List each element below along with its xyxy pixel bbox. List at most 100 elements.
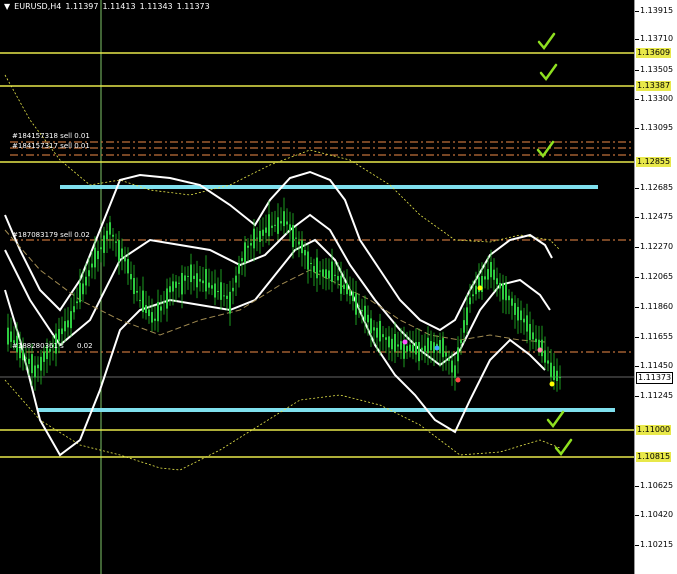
candle-body — [154, 318, 156, 321]
order-label[interactable]: #184157317 sell 0.01 — [12, 142, 90, 150]
close-price: 1.11373 — [176, 2, 210, 11]
candle-body — [466, 307, 468, 326]
candle-body — [292, 225, 294, 248]
candle-body — [250, 243, 252, 246]
candle-body — [379, 320, 381, 342]
candle-body — [262, 229, 264, 236]
price-tick-label: 1.12270 — [640, 242, 674, 251]
candle-body — [445, 352, 447, 357]
candle-body — [463, 320, 465, 333]
candle-body — [457, 347, 459, 362]
candle-body — [400, 341, 402, 350]
chart-plot-area[interactable] — [0, 0, 634, 574]
tick-mark — [635, 247, 639, 248]
candle-body — [121, 248, 123, 258]
candle-body — [70, 311, 72, 329]
candle-body — [244, 242, 246, 263]
candle-body — [100, 247, 102, 250]
order-label[interactable]: 0.02 — [77, 342, 93, 350]
candle-body — [115, 241, 117, 243]
level-label: 1.12855 — [636, 157, 672, 167]
candle-body — [334, 274, 336, 276]
price-tick-label: 1.11860 — [640, 302, 674, 311]
candle-body — [109, 222, 111, 235]
price-axis[interactable]: 1.13915 1.13710 1.13505 1.13300 1.13095 1.126… — [634, 0, 677, 574]
candle-body — [271, 225, 273, 228]
candle-body — [256, 237, 258, 239]
price-tick-label: 1.11450 — [640, 361, 674, 370]
candle-body — [67, 320, 69, 328]
candle-body — [280, 221, 282, 224]
dropdown-arrow-icon[interactable]: ▼ — [4, 2, 10, 11]
candle-body — [394, 333, 396, 352]
candle-body — [553, 366, 555, 381]
tick-mark — [635, 307, 639, 308]
candle-body — [28, 358, 30, 364]
candle-body — [217, 290, 219, 292]
candle-body — [193, 275, 195, 279]
candle-body — [265, 227, 267, 233]
price-tick-label: 1.13095 — [640, 123, 674, 132]
price-tick-label: 1.13710 — [640, 34, 674, 43]
tick-mark — [635, 486, 639, 487]
candle-body — [547, 360, 549, 364]
candle-body — [346, 283, 348, 295]
candle-body — [313, 266, 315, 273]
checkmark-icon — [539, 63, 558, 82]
candle-body — [349, 290, 351, 296]
candle-body — [220, 282, 222, 300]
high-price: 1.11413 — [102, 2, 136, 11]
candle-body — [496, 278, 498, 285]
price-chart[interactable]: ▼ EURUSD,H4 1.11397 1.11413 1.11343 1.11373 #… — [0, 0, 634, 574]
candle-body — [22, 350, 24, 361]
tick-mark — [635, 70, 639, 71]
candle-body — [352, 291, 354, 302]
candle-body — [415, 342, 417, 355]
tick-mark — [635, 366, 639, 367]
candle-body — [214, 283, 216, 298]
candle-body — [361, 309, 363, 312]
candle-body — [343, 284, 345, 289]
candle-body — [274, 224, 276, 226]
candle-body — [136, 291, 138, 293]
candle-body — [286, 221, 288, 225]
candle-body — [175, 281, 177, 288]
order-label[interactable]: #184157318 sell 0.01 — [12, 132, 90, 140]
level-label: 1.10815 — [636, 452, 672, 462]
checkmark-icon — [536, 140, 555, 159]
candle-body — [166, 288, 168, 309]
candle-body — [97, 250, 99, 260]
candle-body — [238, 263, 240, 274]
candle-body — [298, 241, 300, 245]
candle-body — [439, 340, 441, 354]
level-label: 1.13387 — [636, 81, 672, 91]
candle-body — [526, 315, 528, 332]
candle-body — [241, 258, 243, 262]
tick-mark — [635, 545, 639, 546]
trade-marker — [455, 377, 461, 383]
candle-body — [40, 356, 42, 371]
candle-body — [160, 306, 162, 311]
candle-body — [505, 283, 507, 301]
order-label[interactable]: #187083179 sell 0.02 — [12, 231, 90, 239]
tick-mark — [635, 11, 639, 12]
candle-body — [499, 282, 501, 289]
candle-body — [331, 261, 333, 282]
candle-body — [145, 304, 147, 314]
trade-marker — [402, 339, 408, 345]
candle-body — [442, 338, 444, 358]
candle-body — [79, 282, 81, 303]
price-tick-label: 1.13915 — [640, 6, 674, 15]
candle-body — [184, 275, 186, 281]
candle-body — [490, 262, 492, 278]
price-tick-label: 1.12065 — [640, 272, 674, 281]
candle-body — [157, 301, 159, 322]
candle-body — [235, 275, 237, 283]
order-label[interactable]: #188280361 s — [12, 342, 64, 350]
tick-mark — [635, 515, 639, 516]
candle-body — [319, 270, 321, 272]
candle-body — [268, 214, 270, 237]
checkmark-icon — [546, 410, 565, 429]
tick-mark — [635, 217, 639, 218]
candle-body — [310, 262, 312, 264]
